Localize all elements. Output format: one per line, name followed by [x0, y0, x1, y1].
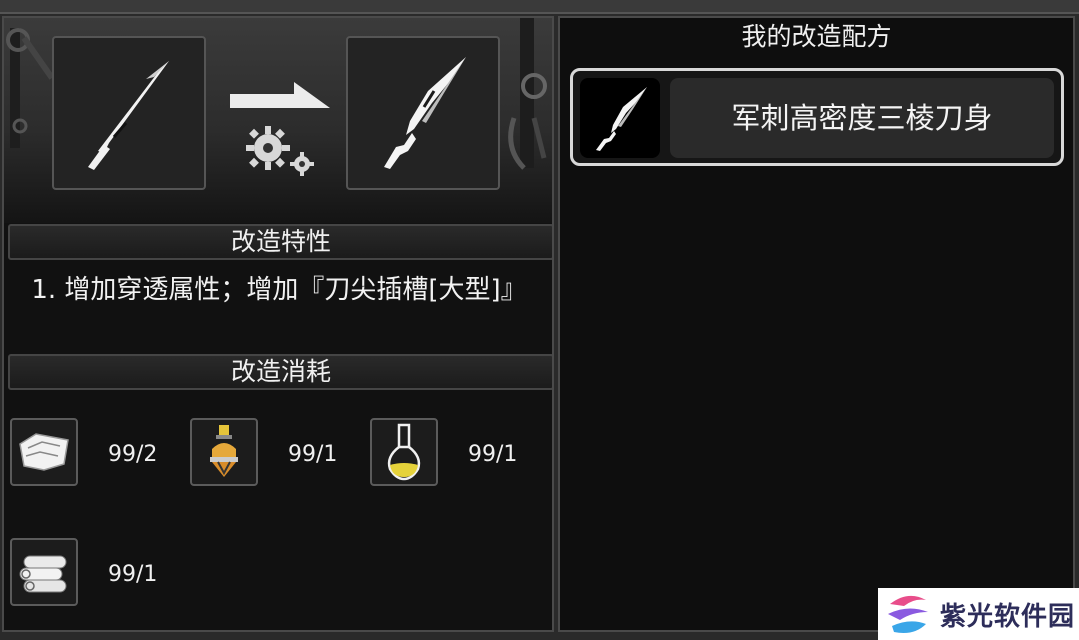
material-slot-scroll[interactable]	[10, 538, 78, 606]
watermark-text: 紫光软件园	[940, 601, 1076, 632]
recipe-thumbnail	[580, 78, 660, 158]
material-count: 99/2	[108, 442, 158, 467]
top-bar	[0, 0, 1079, 14]
modification-panel: 改造特性 1. 增加穿透属性；增加『刀尖插槽[大型]』 改造消耗 99/2 99…	[2, 16, 554, 632]
scroll-icon	[19, 555, 67, 593]
blade-icon	[88, 61, 169, 170]
blade-icon	[384, 57, 466, 169]
modification-preview	[4, 18, 552, 223]
material-count: 99/1	[288, 442, 338, 467]
transform-indicator	[230, 82, 334, 192]
arrow-right-icon	[230, 82, 330, 108]
material-count: 99/1	[108, 562, 158, 587]
recipe-list-title: 我的改造配方	[741, 22, 892, 51]
machinery-right-decor	[508, 18, 547, 170]
watermark-logo-icon	[888, 595, 928, 633]
material-slot-potion[interactable]	[190, 418, 258, 486]
material-slot-cloth[interactable]	[10, 418, 78, 486]
cost-header: 改造消耗	[8, 354, 552, 390]
blade-icon	[596, 87, 647, 151]
material-count: 99/1	[468, 442, 518, 467]
cloth-icon	[19, 433, 69, 471]
trait-description: 1. 增加穿透属性；增加『刀尖插槽[大型]』	[31, 275, 527, 305]
watermark: 紫光软件园	[878, 588, 1079, 640]
recipe-list-panel: 我的改造配方 军刺高密度三棱刀身	[558, 16, 1075, 632]
result-weapon-slot[interactable]	[346, 36, 500, 190]
recipe-name: 军刺高密度三棱刀身	[670, 78, 1054, 158]
flask-icon	[387, 423, 421, 481]
material-slot-flask[interactable]	[370, 418, 438, 486]
gears-icon	[246, 126, 314, 176]
recipe-item[interactable]: 军刺高密度三棱刀身	[570, 68, 1064, 166]
trait-header: 改造特性	[8, 224, 552, 260]
source-weapon-slot[interactable]	[52, 36, 206, 190]
potion-lantern-icon	[210, 425, 238, 477]
